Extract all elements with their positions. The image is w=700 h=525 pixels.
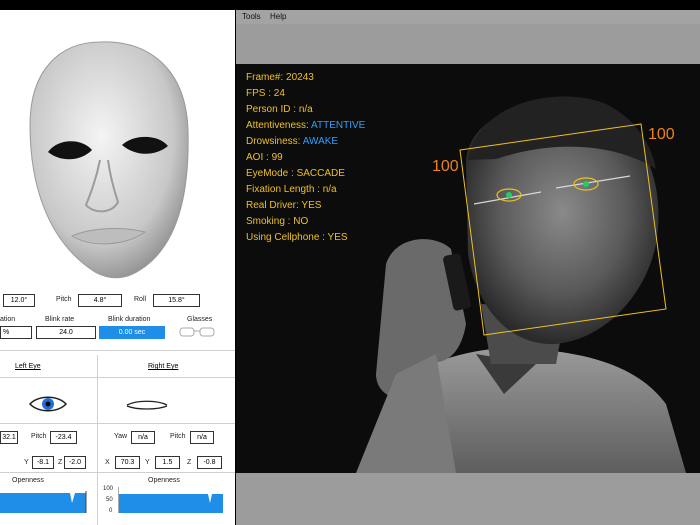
glasses-label: Glasses xyxy=(187,316,213,323)
left-eye-z-value: -2.0 xyxy=(64,456,86,469)
frame-readout: Frame#: 20243 xyxy=(246,72,314,83)
left-eye-y-label: Y xyxy=(24,459,29,466)
right-eye-openness-chart xyxy=(118,487,223,513)
right-eye-axis-tick-100: 100 xyxy=(103,486,114,492)
fixation-readout: Fixation Length : n/a xyxy=(246,184,337,195)
duration-label: ation xyxy=(0,316,16,323)
left-eye-openness-chart xyxy=(0,491,87,513)
left-eye-pitch-value: -23.4 xyxy=(50,431,77,444)
left-eye-z-label: Z xyxy=(58,459,63,466)
menu-tools[interactable]: Tools xyxy=(242,12,261,21)
blink-duration-label: Blink duration xyxy=(108,316,151,323)
head-pitch-label: Pitch xyxy=(56,296,72,303)
box-left-label: 100 xyxy=(432,158,459,175)
analysis-panel: 12.0° Pitch 4.8° Roll 15.8° ation Blink … xyxy=(0,10,235,525)
right-eye-y-label: Y xyxy=(145,459,150,466)
head-roll-value: 15.8° xyxy=(153,294,200,307)
right-eye-z-label: Z xyxy=(187,459,192,466)
left-eye-openness-area xyxy=(0,493,86,513)
right-eye-yaw-label: Yaw xyxy=(114,433,128,440)
right-eye-z-value: -0.8 xyxy=(197,456,222,469)
left-eye-yaw-value: 32.1 xyxy=(0,431,18,444)
menu-help[interactable]: Help xyxy=(270,12,286,21)
right-eye-yaw-value: n/a xyxy=(131,431,155,444)
camera-feed: 100 100 Frame#: 20243 FPS : 24 Person ID… xyxy=(236,64,700,473)
drowsiness-readout: Drowsiness: AWAKE xyxy=(246,136,339,147)
right-eye-openness-area xyxy=(119,494,223,513)
left-eye-y-value: -8.1 xyxy=(32,456,54,469)
right-eye-icon xyxy=(126,400,168,410)
fps-readout: FPS : 24 xyxy=(246,88,285,99)
right-eye-title: Right Eye xyxy=(148,363,179,370)
attentiveness-readout: Attentiveness: ATTENTIVE xyxy=(246,120,366,131)
head-roll-label: Roll xyxy=(134,296,147,303)
menu-bar: Tools Help xyxy=(236,10,700,24)
blink-rate-value: 24.0 xyxy=(36,326,96,339)
head-yaw-value: 12.0° xyxy=(3,294,35,307)
blink-duration-value: 0.00 sec xyxy=(99,326,165,339)
person-id-readout: Person ID : n/a xyxy=(246,104,313,115)
box-right-label: 100 xyxy=(648,126,675,143)
right-eye-x-value: 70.3 xyxy=(115,456,140,469)
right-eye-openness-label: Openness xyxy=(148,477,180,484)
eyemode-readout: EyeMode : SACCADE xyxy=(246,168,345,179)
right-eye-axis-tick-0: 0 xyxy=(109,508,113,514)
blink-rate-label: Blink rate xyxy=(45,316,75,323)
right-eye-x-label: X xyxy=(105,459,110,466)
right-eye-axis-tick-50: 50 xyxy=(106,497,113,503)
left-eye-title: Left Eye xyxy=(15,363,41,370)
duration-value: % xyxy=(0,326,32,339)
right-eye-y-value: 1.5 xyxy=(155,456,180,469)
real-driver-readout: Real Driver: YES xyxy=(246,200,322,211)
right-eye-pitch-label: Pitch xyxy=(170,433,186,440)
face-model-view xyxy=(29,41,189,279)
head-pitch-value: 4.8° xyxy=(78,294,122,307)
glasses-icon xyxy=(179,327,215,337)
left-eye-pitch-label: Pitch xyxy=(31,433,47,440)
left-eye-icon xyxy=(28,396,68,412)
left-eye-openness-label: Openness xyxy=(12,477,44,484)
smoking-readout: Smoking : NO xyxy=(246,216,309,227)
right-eye-pitch-value: n/a xyxy=(190,431,214,444)
aoi-readout: AOI : 99 xyxy=(246,152,283,163)
cellphone-readout: Using Cellphone : YES xyxy=(246,232,348,243)
